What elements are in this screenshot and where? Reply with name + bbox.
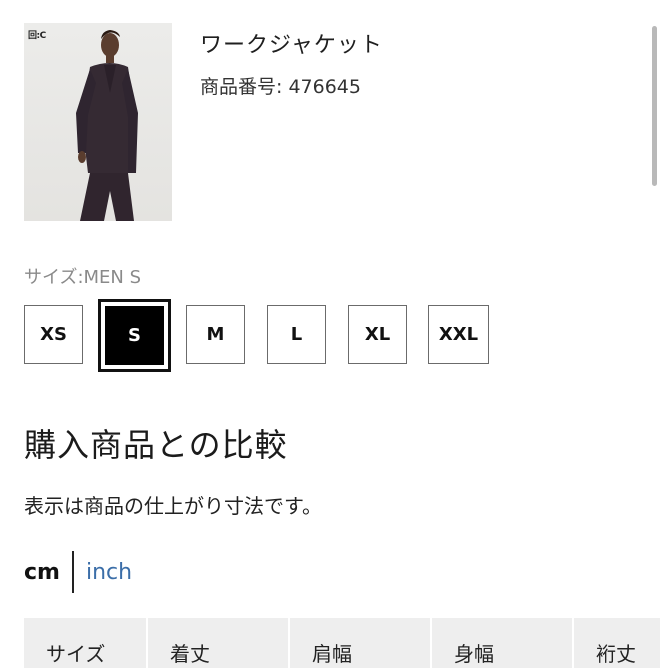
- size-option-xxl[interactable]: XXL: [428, 305, 489, 364]
- measurement-note: 表示は商品の仕上がり寸法です。: [24, 494, 322, 518]
- table-header-size: サイズ: [24, 618, 148, 668]
- product-image: 回:C: [24, 23, 172, 221]
- size-option-xl[interactable]: XL: [348, 305, 407, 364]
- unit-cm-option[interactable]: cm: [24, 560, 72, 585]
- product-number: 商品番号: 476645: [200, 76, 361, 98]
- size-table-header: サイズ 着丈 肩幅 身幅 裄丈: [24, 618, 660, 668]
- brand-logo: 回:C: [28, 31, 46, 41]
- size-option-s[interactable]: S: [98, 299, 171, 372]
- compare-heading: 購入商品との比較: [24, 426, 288, 464]
- product-name: ワークジャケット: [200, 33, 383, 58]
- table-header-sleeve: 裄丈: [596, 642, 636, 666]
- unit-inch-link[interactable]: inch: [74, 560, 132, 585]
- model-photo: [76, 30, 138, 221]
- size-option-xs[interactable]: XS: [24, 305, 83, 364]
- table-header-chest: 身幅: [432, 618, 574, 668]
- size-option-s-label: S: [105, 306, 164, 365]
- table-header-length: 着丈: [148, 618, 290, 668]
- scrollbar-thumb[interactable]: [652, 26, 657, 186]
- size-label: サイズ:MEN S: [24, 267, 142, 288]
- table-header-shoulder: 肩幅: [290, 618, 432, 668]
- unit-switch: cm inch: [24, 550, 132, 594]
- size-option-m[interactable]: M: [186, 305, 245, 364]
- size-option-l[interactable]: L: [267, 305, 326, 364]
- scrollbar[interactable]: [650, 26, 660, 186]
